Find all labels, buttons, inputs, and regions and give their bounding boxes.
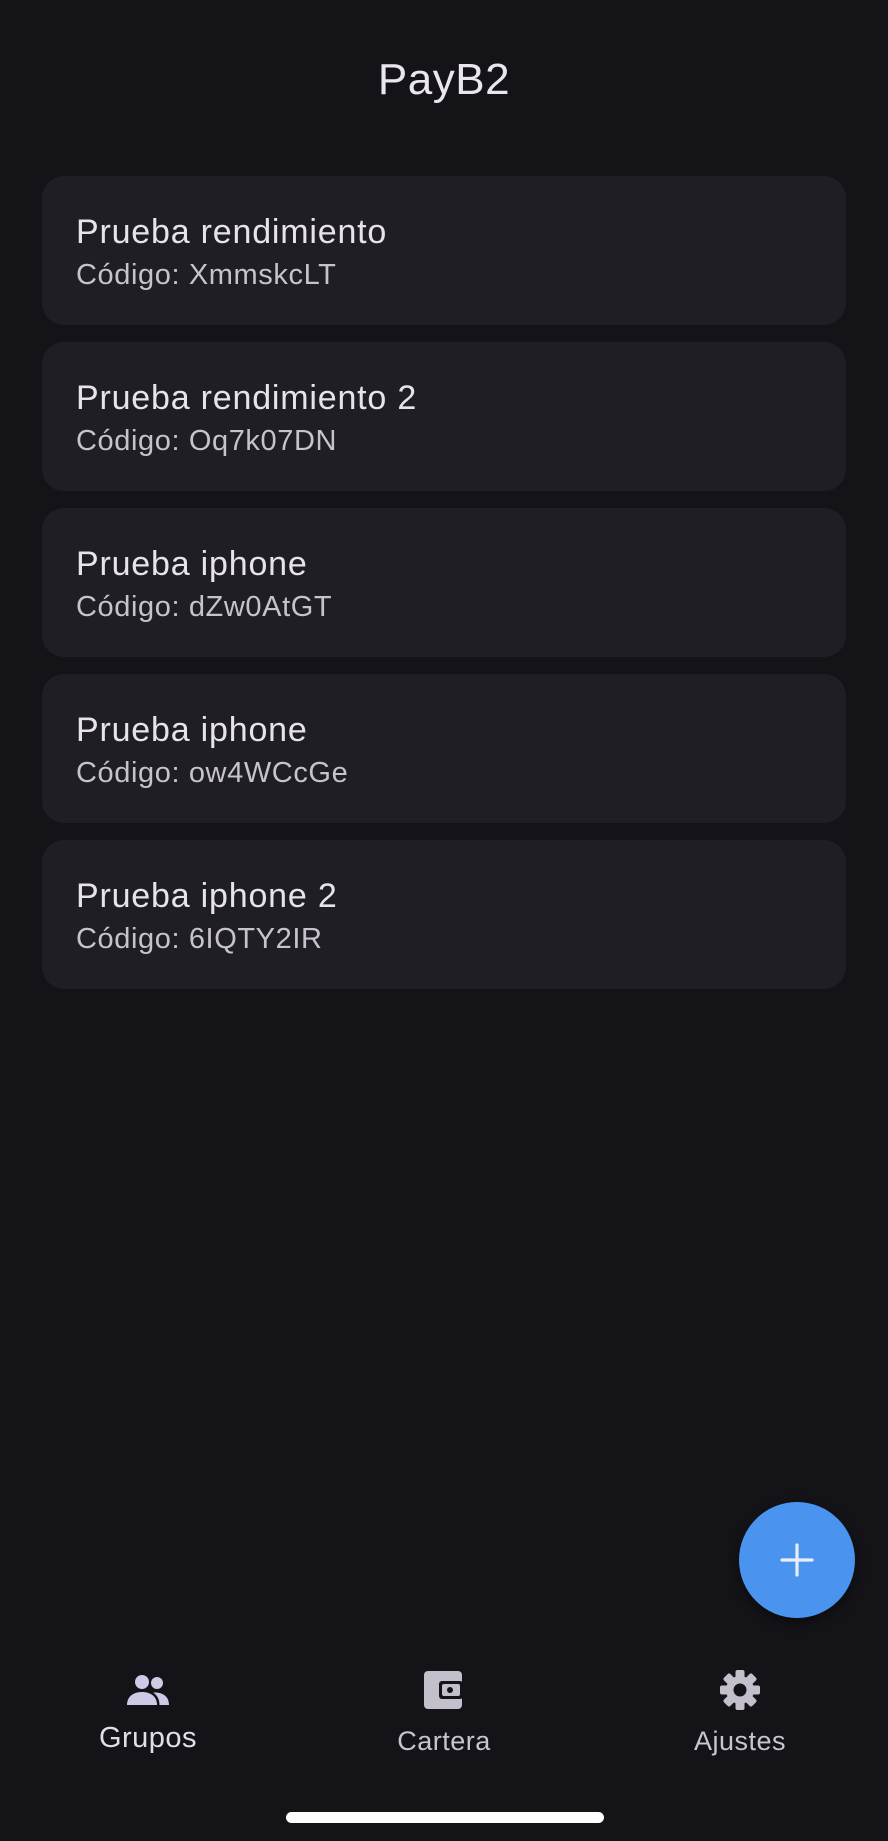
group-list: Prueba rendimiento Código: XmmskcLT Prue… <box>42 176 846 989</box>
wallet-icon <box>423 1666 465 1714</box>
nav-item-ajustes[interactable]: Ajustes <box>592 1650 888 1780</box>
group-name: Prueba iphone 2 <box>76 877 338 915</box>
page-title: PayB2 <box>377 55 511 104</box>
settings-icon <box>719 1666 761 1714</box>
add-icon <box>780 1543 814 1577</box>
bottom-navigation: Grupos Cartera Ajustes <box>0 1650 888 1780</box>
group-card[interactable]: Prueba iphone Código: ow4WCcGe <box>42 674 846 823</box>
group-name: Prueba rendimiento 2 <box>76 379 418 417</box>
groups-icon <box>123 1666 173 1714</box>
group-card[interactable]: Prueba rendimiento Código: XmmskcLT <box>42 176 846 325</box>
nav-item-grupos[interactable]: Grupos <box>0 1650 296 1780</box>
group-name: Prueba iphone <box>76 545 308 583</box>
group-name: Prueba rendimiento <box>76 213 388 251</box>
group-code: Código: 6IQTY2IR <box>76 923 323 955</box>
group-code: Código: ow4WCcGe <box>76 757 349 789</box>
group-code: Código: Oq7k07DN <box>76 425 338 457</box>
add-group-button[interactable] <box>739 1502 855 1618</box>
group-card[interactable]: Prueba rendimiento 2 Código: Oq7k07DN <box>42 342 846 491</box>
group-card[interactable]: Prueba iphone 2 Código: 6IQTY2IR <box>42 840 846 989</box>
app-bar: PayB2 <box>0 0 888 160</box>
nav-label-ajustes: Ajustes <box>693 1726 787 1756</box>
home-indicator <box>286 1812 604 1823</box>
group-card[interactable]: Prueba iphone Código: dZw0AtGT <box>42 508 846 657</box>
nav-item-cartera[interactable]: Cartera <box>296 1650 592 1780</box>
nav-label-grupos: Grupos <box>98 1722 198 1754</box>
group-code: Código: dZw0AtGT <box>76 591 333 623</box>
group-code: Código: XmmskcLT <box>76 259 337 291</box>
group-name: Prueba iphone <box>76 711 308 749</box>
nav-label-cartera: Cartera <box>397 1726 491 1756</box>
